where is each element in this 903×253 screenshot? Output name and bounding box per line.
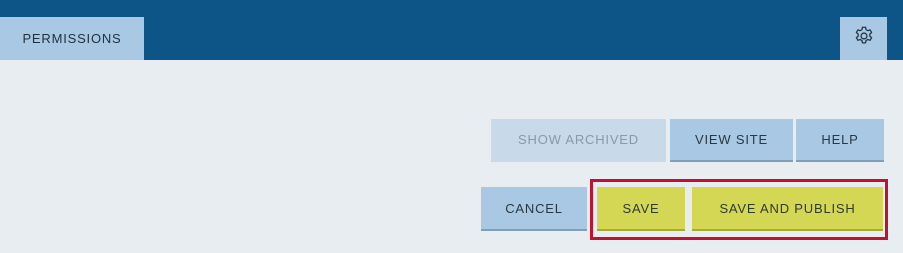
cancel-button[interactable]: CANCEL (481, 187, 587, 231)
show-archived-label: SHOW ARCHIVED (518, 132, 639, 147)
view-site-button[interactable]: VIEW SITE (670, 119, 793, 162)
cancel-label: CANCEL (505, 200, 563, 216)
gear-icon (853, 25, 875, 52)
show-archived-button[interactable]: SHOW ARCHIVED (491, 119, 666, 162)
help-label: HELP (821, 132, 859, 147)
tab-permissions-label: PERMISSIONS (22, 31, 122, 46)
highlight-annotation-box (590, 179, 888, 240)
settings-button[interactable] (840, 17, 887, 60)
view-site-label: VIEW SITE (695, 132, 768, 147)
help-button[interactable]: HELP (796, 119, 884, 162)
tab-permissions[interactable]: PERMISSIONS (0, 17, 144, 60)
